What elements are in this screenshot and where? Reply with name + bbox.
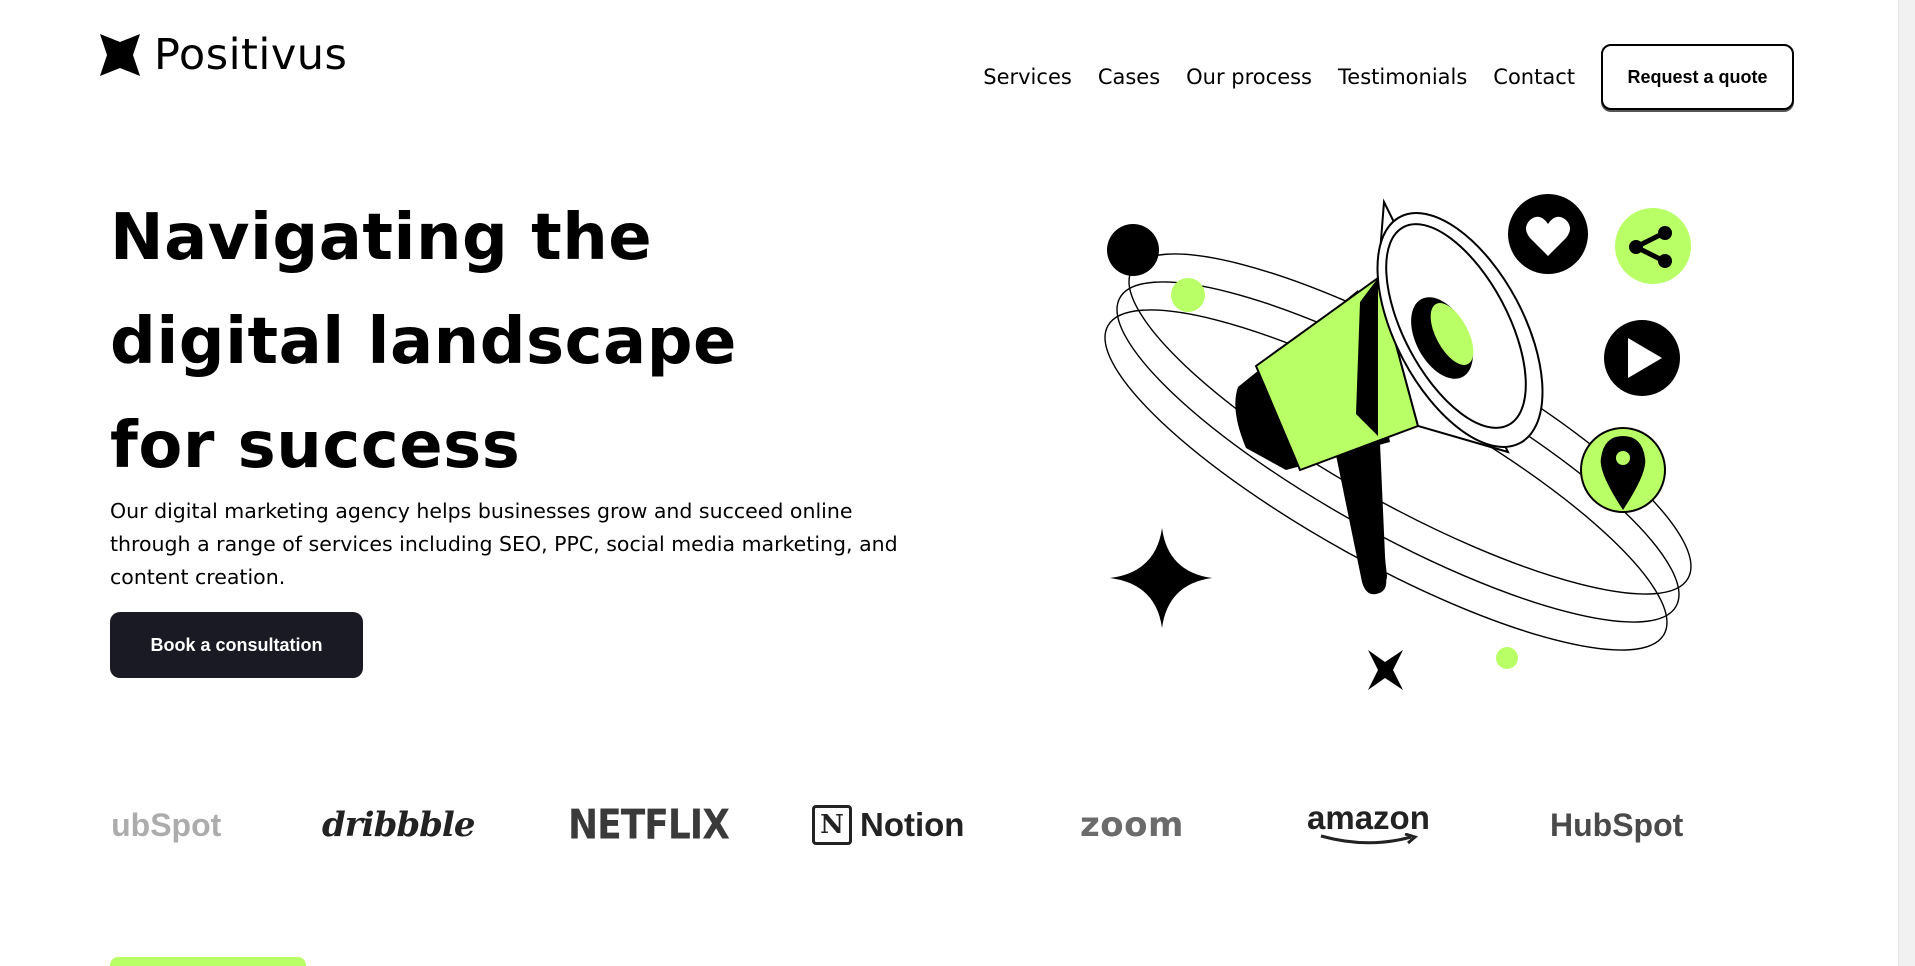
- request-quote-button[interactable]: Request a quote: [1601, 44, 1794, 110]
- brand-logo[interactable]: Positivus: [100, 30, 347, 80]
- black-dot: [1107, 224, 1159, 276]
- client-logos: HubSpot dribbble NETFLIX N Notion zoom a…: [0, 795, 1898, 855]
- logo-amazon: amazon: [1307, 795, 1430, 855]
- logo-text: Positivus: [154, 30, 348, 80]
- sparkle-icon: [1110, 528, 1212, 628]
- notion-logo-text: Notion: [860, 806, 965, 843]
- hero-title-line-1: Navigating the: [110, 201, 653, 275]
- next-section-heading-tag: [110, 957, 306, 966]
- heart-icon: [1508, 194, 1588, 274]
- nav-link-cases[interactable]: Cases: [1098, 65, 1160, 89]
- share-icon: [1615, 208, 1691, 284]
- logo-zoom: zoom: [1080, 795, 1184, 855]
- hero-illustration: [1104, 194, 1692, 690]
- amazon-logo-text: amazon: [1307, 799, 1430, 836]
- dribbble-logo-text: dribbble: [322, 805, 475, 845]
- logo-dribbble: dribbble: [322, 795, 475, 855]
- book-consultation-button[interactable]: Book a consultation: [110, 612, 363, 678]
- hero-title-line-2: digital landscape: [110, 305, 737, 379]
- location-pin-icon: [1580, 427, 1666, 513]
- hubspot-logo-text: HubSpot: [110, 806, 222, 843]
- positivus-logo-icon: [100, 34, 140, 76]
- nav-link-contact[interactable]: Contact: [1493, 65, 1575, 89]
- nav-link-our-process[interactable]: Our process: [1186, 65, 1312, 89]
- logo-notion: N Notion: [812, 795, 964, 855]
- play-icon: [1604, 320, 1680, 396]
- logo-hubspot: HubSpot: [1550, 795, 1683, 855]
- nav-links: Services Cases Our process Testimonials …: [983, 65, 1575, 89]
- notion-icon: N: [812, 805, 852, 845]
- green-dot-small: [1496, 647, 1518, 669]
- netflix-logo-text: NETFLIX: [568, 801, 730, 849]
- main-navigation: Services Cases Our process Testimonials …: [983, 44, 1794, 110]
- green-dot: [1171, 278, 1205, 312]
- nav-link-testimonials[interactable]: Testimonials: [1338, 65, 1467, 89]
- hero-title-line-3: for success: [110, 409, 521, 483]
- amazon-smile-icon: [1321, 833, 1419, 845]
- hubspot-logo-text: HubSpot: [1550, 806, 1684, 843]
- logo-hubspot-partial: HubSpot: [110, 795, 230, 855]
- zoom-logo-text: zoom: [1080, 805, 1184, 845]
- hero-description: Our digital marketing agency helps busin…: [110, 499, 898, 589]
- page-scrollbar[interactable]: [1898, 0, 1915, 966]
- logo-netflix: NETFLIX: [568, 795, 730, 855]
- nav-link-services[interactable]: Services: [983, 65, 1072, 89]
- star-icon: [1368, 650, 1403, 690]
- hero-title: Navigating the digital landscape for suc…: [110, 186, 810, 498]
